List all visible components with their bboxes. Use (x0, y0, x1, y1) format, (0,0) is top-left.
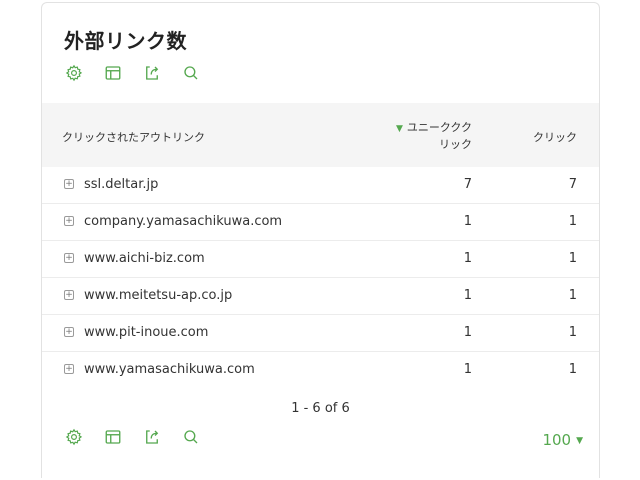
pagination-info: 1 - 6 of 6 (291, 401, 350, 416)
row-label: company.yamasachikuwa.com (84, 214, 283, 229)
top-toolbar (62, 63, 218, 87)
sort-desc-icon: ▼ (395, 124, 403, 134)
column-header-unique-line1: ユニーククク (406, 121, 472, 134)
row-clicks: 1 (568, 214, 577, 229)
row-label: ssl.deltar.jp (84, 177, 159, 192)
settings-button[interactable] (62, 63, 86, 87)
export-button[interactable] (140, 63, 164, 87)
table-row[interactable]: + www.yamasachikuwa.com 1 1 (42, 352, 599, 388)
expand-icon[interactable]: + (64, 327, 74, 337)
table-body: + ssl.deltar.jp 7 7 + company.yamasachik… (42, 167, 599, 388)
table-view-button[interactable] (101, 63, 125, 87)
row-clicks: 7 (568, 177, 577, 192)
export-icon (143, 64, 161, 86)
row-unique-clicks: 1 (463, 251, 472, 266)
expand-icon[interactable]: + (64, 216, 74, 226)
search-icon (182, 428, 200, 450)
table-header: クリックされたアウトリンク ▼ ユニーククク リック クリック (42, 103, 599, 167)
row-unique-clicks: 7 (463, 177, 472, 192)
expand-icon[interactable]: + (64, 364, 74, 374)
search-button[interactable] (179, 63, 203, 87)
row-limit-select[interactable]: 100 ▼ (542, 431, 583, 449)
expand-icon[interactable]: + (64, 290, 74, 300)
table-view-button[interactable] (101, 427, 125, 451)
widget-title: 外部リンク数 (64, 29, 187, 53)
row-clicks: 1 (568, 325, 577, 340)
table-row[interactable]: + ssl.deltar.jp 7 7 (42, 167, 599, 204)
widget-card: 外部リンク数 クリックされたアウトリンク ▼ ユニーククク リック クリック +… (41, 2, 600, 478)
table-icon (104, 428, 122, 450)
table-icon (104, 64, 122, 86)
settings-button[interactable] (62, 427, 86, 451)
column-header-unique-line2: リック (439, 138, 472, 151)
row-label: www.aichi-biz.com (84, 251, 205, 266)
gear-icon (65, 64, 83, 86)
row-label: www.pit-inoue.com (84, 325, 209, 340)
expand-icon[interactable]: + (64, 179, 74, 189)
row-label: www.yamasachikuwa.com (84, 362, 255, 377)
row-limit-value: 100 (542, 431, 572, 449)
column-header-outlink[interactable]: クリックされたアウトリンク (62, 129, 205, 145)
expand-icon[interactable]: + (64, 253, 74, 263)
gear-icon (65, 428, 83, 450)
row-clicks: 1 (568, 251, 577, 266)
export-icon (143, 428, 161, 450)
search-button[interactable] (179, 427, 203, 451)
row-label: www.meitetsu-ap.co.jp (84, 288, 233, 303)
chevron-down-icon: ▼ (576, 436, 583, 446)
table-row[interactable]: + www.aichi-biz.com 1 1 (42, 241, 599, 278)
row-clicks: 1 (568, 288, 577, 303)
bottom-toolbar (62, 427, 218, 451)
row-clicks: 1 (568, 362, 577, 377)
row-unique-clicks: 1 (463, 325, 472, 340)
export-button[interactable] (140, 427, 164, 451)
search-icon (182, 64, 200, 86)
table-row[interactable]: + www.pit-inoue.com 1 1 (42, 315, 599, 352)
row-unique-clicks: 1 (463, 362, 472, 377)
row-unique-clicks: 1 (463, 288, 472, 303)
column-header-unique-clicks[interactable]: ▼ ユニーククク リック (372, 120, 472, 153)
row-unique-clicks: 1 (463, 214, 472, 229)
table-row[interactable]: + company.yamasachikuwa.com 1 1 (42, 204, 599, 241)
table-row[interactable]: + www.meitetsu-ap.co.jp 1 1 (42, 278, 599, 315)
column-header-clicks[interactable]: クリック (533, 129, 577, 145)
